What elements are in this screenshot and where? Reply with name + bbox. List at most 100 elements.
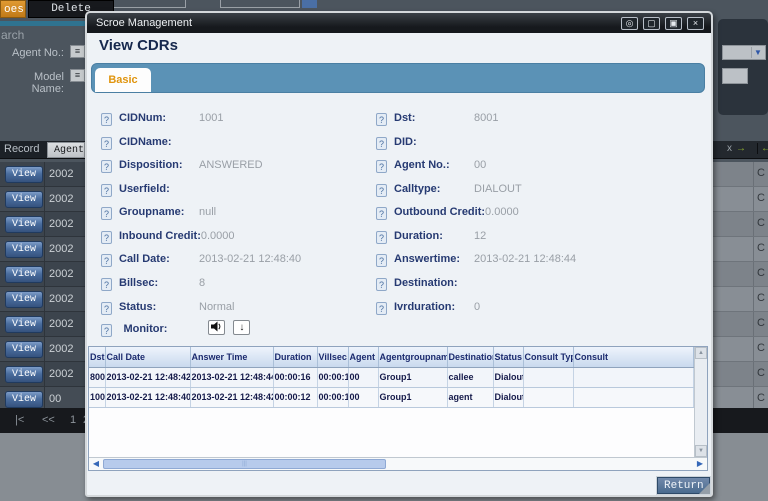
view-button[interactable]: View xyxy=(5,216,43,233)
cell xyxy=(573,387,694,407)
col-dst[interactable]: Dst. xyxy=(89,347,105,367)
field-billsec: ?Billsec:8 xyxy=(101,273,205,293)
col-consult-type[interactable]: Consult Type xyxy=(523,347,573,367)
view-button[interactable]: View xyxy=(5,166,43,183)
field-label: DID: xyxy=(394,136,474,148)
cdr-row[interactable]: 10012013-02-21 12:48:402013-02-21 12:48:… xyxy=(89,387,694,407)
field-value: DIALOUT xyxy=(474,183,522,195)
scroll-right-icon[interactable]: ▶ xyxy=(693,458,707,470)
arrow-left-icon[interactable]: ← xyxy=(757,143,768,154)
field-label: CIDName: xyxy=(119,136,199,148)
model-name-filter-dropdown[interactable]: ≡ xyxy=(70,69,85,82)
view-button[interactable]: View xyxy=(5,266,43,283)
field-value: 0 xyxy=(474,301,480,313)
play-audio-button[interactable] xyxy=(208,320,225,335)
truncated-cell: C xyxy=(757,267,765,279)
background-right-header: x → ← xyxy=(706,141,768,159)
agent-cell: 2002 xyxy=(49,368,73,380)
agent-cell: 2002 xyxy=(49,218,73,230)
horizontal-scrollbar[interactable]: ◀ ||| ▶ xyxy=(89,457,707,470)
background-input[interactable] xyxy=(722,68,748,84)
scroll-up-icon[interactable]: ▲ xyxy=(695,347,707,359)
field-value: 12 xyxy=(474,230,486,242)
field-label: Userfield: xyxy=(119,183,199,195)
field-outbound-credit: ?Outbound Credit:0.0000 xyxy=(376,202,519,222)
view-button[interactable]: View xyxy=(5,291,43,308)
field-value: 2013-02-21 12:48:40 xyxy=(199,253,301,265)
refresh-icon[interactable]: ◎ xyxy=(621,17,638,30)
col-destination[interactable]: Destination xyxy=(447,347,493,367)
col-status[interactable]: Status xyxy=(493,347,523,367)
field-label: Calltype: xyxy=(394,183,474,195)
col-agentgroupname[interactable]: Agentgroupname xyxy=(378,347,447,367)
field-label: Dst: xyxy=(394,112,474,124)
agent-column-header[interactable]: Agent xyxy=(47,142,85,158)
close-icon[interactable]: × xyxy=(687,17,704,30)
truncated-cell: C xyxy=(757,217,765,229)
partial-orange-button[interactable]: oes xyxy=(0,0,26,18)
close-column-icon[interactable]: x xyxy=(727,143,732,154)
window-title: Scroe Management xyxy=(96,17,192,29)
truncated-cell: C xyxy=(757,192,765,204)
col-answer-time[interactable]: Answer Time xyxy=(190,347,273,367)
pagination-prev[interactable]: << xyxy=(42,414,55,426)
background-table-header: Record Agent xyxy=(0,141,85,159)
field-answertime: ?Answertime:2013-02-21 12:48:44 xyxy=(376,249,576,269)
col-villsec[interactable]: Villsec xyxy=(317,347,348,367)
tab-basic[interactable]: Basic xyxy=(95,68,151,92)
restore-icon[interactable]: ▣ xyxy=(665,17,682,30)
cell: 00 xyxy=(348,367,378,387)
field-label: Destination: xyxy=(394,277,474,289)
col-consult[interactable]: Consult xyxy=(573,347,694,367)
field-destination: ? Destination: xyxy=(376,273,474,293)
pagination-page-1[interactable]: 1 xyxy=(70,414,76,426)
cell: callee xyxy=(447,367,493,387)
view-button[interactable]: View xyxy=(5,391,43,408)
resize-grip[interactable] xyxy=(699,483,710,494)
table-row: C xyxy=(706,287,768,312)
view-button[interactable]: View xyxy=(5,191,43,208)
scrollbar-thumb[interactable]: ||| xyxy=(103,459,386,469)
filter-icon: ≡ xyxy=(75,46,80,56)
help-icon: ? xyxy=(101,113,112,126)
field-label: Answertime: xyxy=(394,253,474,265)
help-icon: ? xyxy=(376,184,387,197)
field-call-date: ?Call Date:2013-02-21 12:48:40 xyxy=(101,249,301,269)
download-audio-button[interactable]: ↓ xyxy=(233,320,250,335)
agent-cell: 2002 xyxy=(49,193,73,205)
cdr-row[interactable]: 80012013-02-21 12:48:422013-02-21 12:48:… xyxy=(89,367,694,387)
cell: 2013-02-21 12:48:44 xyxy=(190,367,273,387)
agent-cell: 00 xyxy=(49,393,61,405)
help-icon: ? xyxy=(101,184,112,197)
occluded-widget-fragment xyxy=(220,0,300,8)
background-dropdown[interactable]: ▼ xyxy=(722,45,766,60)
fullscreen-icon[interactable]: ▢ xyxy=(643,17,660,30)
help-icon: ? xyxy=(101,207,112,220)
col-agent-no[interactable]: Agent No. xyxy=(348,347,378,367)
window-titlebar[interactable]: Scroe Management ◎ ▢ ▣ × xyxy=(87,13,711,33)
view-button[interactable]: View xyxy=(5,316,43,333)
view-button[interactable]: View xyxy=(5,341,43,358)
tab-strip: Basic xyxy=(91,63,705,93)
col-duration[interactable]: Duration xyxy=(273,347,317,367)
field-value: 1001 xyxy=(199,112,223,124)
table-row: C xyxy=(706,212,768,237)
vertical-scrollbar[interactable]: ▲ ▼ xyxy=(694,347,707,457)
search-section-label: arch xyxy=(1,28,24,42)
scroll-left-icon[interactable]: ◀ xyxy=(89,458,103,470)
view-button[interactable]: View xyxy=(5,366,43,383)
pagination-first[interactable]: |< xyxy=(15,414,24,426)
agent-no-filter-dropdown[interactable]: ≡ xyxy=(70,45,85,58)
table-row: View 2002 xyxy=(0,212,85,237)
field-value: 8001 xyxy=(474,112,498,124)
cell: 00:00:14 xyxy=(317,367,348,387)
view-button[interactable]: View xyxy=(5,241,43,258)
table-row: View 2002 xyxy=(0,187,85,212)
table-row: View2002 xyxy=(0,337,85,362)
arrow-right-icon[interactable]: → xyxy=(736,143,746,154)
field-label: Groupname: xyxy=(119,206,199,218)
col-call-date[interactable]: Call Date xyxy=(105,347,190,367)
filter-icon: ≡ xyxy=(75,70,80,80)
scroll-down-icon[interactable]: ▼ xyxy=(695,445,707,457)
help-icon: ? xyxy=(376,278,387,291)
